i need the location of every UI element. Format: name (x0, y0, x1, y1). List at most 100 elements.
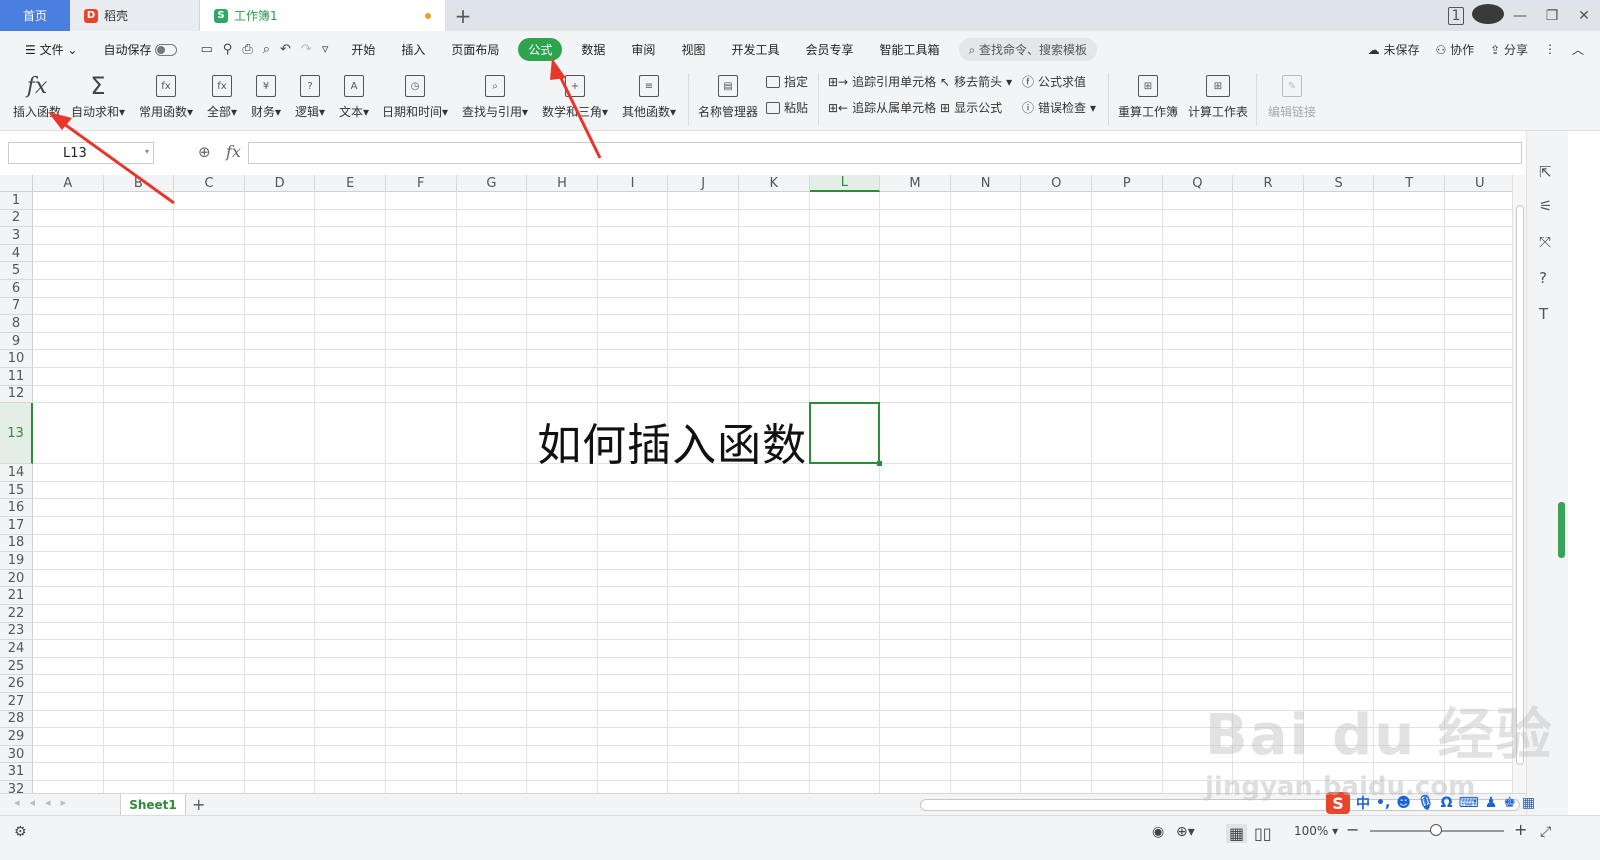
fullscreen-icon[interactable]: ⤢ (1540, 824, 1551, 840)
column-header-b[interactable]: B (103, 175, 175, 192)
calc-sheet-button[interactable]: ⊞ 计算工作表 (1186, 67, 1250, 131)
column-header-u[interactable]: U (1445, 175, 1512, 192)
save-icon[interactable]: ▭ (200, 42, 212, 57)
row-header-28[interactable]: 28 (0, 710, 33, 729)
avatar[interactable] (1472, 3, 1504, 28)
menu-member[interactable]: 会员专享 (792, 41, 866, 58)
column-header-n[interactable]: N (950, 175, 1022, 192)
menu-data[interactable]: 数据 (568, 41, 618, 58)
row-header-9[interactable]: 9 (0, 332, 33, 351)
zoom-knob[interactable] (1430, 824, 1442, 836)
print-preview-icon[interactable]: ⌕ (263, 42, 270, 57)
add-sheet-icon[interactable]: + (192, 795, 205, 814)
row-header-31[interactable]: 31 (0, 763, 33, 781)
more-icon[interactable]: ⋮ (1544, 42, 1556, 56)
layout-mode-icon[interactable]: ⊕▾ (1176, 824, 1195, 840)
column-header-o[interactable]: O (1021, 175, 1092, 192)
column-header-j[interactable]: J (668, 175, 739, 192)
cell-h13-text[interactable]: 如何插入函数 (537, 409, 807, 473)
row-header-17[interactable]: 17 (0, 517, 33, 535)
row-header-23[interactable]: 23 (0, 622, 33, 641)
help-icon[interactable]: ? (1539, 269, 1547, 287)
side-handle[interactable] (1558, 502, 1565, 558)
collapse-ribbon-icon[interactable]: ︿ (1572, 41, 1584, 58)
collab-button[interactable]: ⚇ 协作 (1436, 41, 1475, 58)
more-dropdown-icon[interactable]: ▿ (322, 42, 329, 57)
zoom-level[interactable]: 100% ▾ (1294, 824, 1338, 838)
row-header-21[interactable]: 21 (0, 587, 33, 605)
menu-formulas[interactable]: 公式 (518, 37, 563, 61)
row-header-12[interactable]: 12 (0, 385, 33, 404)
math-functions-button[interactable]: + 数学和三角▾ (539, 67, 611, 131)
menu-review[interactable]: 审阅 (618, 41, 668, 58)
column-header-e[interactable]: E (315, 175, 386, 192)
sheet-nav-arrows[interactable]: ◂◂◂▸ (14, 796, 76, 809)
row-header-24[interactable]: 24 (0, 640, 33, 658)
column-header-k[interactable]: K (739, 175, 810, 192)
new-tab-button[interactable]: + (445, 0, 481, 31)
row-header-27[interactable]: 27 (0, 693, 33, 711)
row-header-30[interactable]: 30 (0, 745, 33, 764)
menu-page-layout[interactable]: 页面布局 (438, 41, 512, 58)
row-header-4[interactable]: 4 (0, 244, 33, 263)
row-header-8[interactable]: 8 (0, 315, 33, 333)
column-header-s[interactable]: S (1303, 175, 1375, 192)
column-header-p[interactable]: P (1092, 175, 1163, 192)
row-header-29[interactable]: 29 (0, 728, 33, 746)
column-header-m[interactable]: M (880, 175, 951, 192)
macro-icon[interactable]: ⚙ (14, 824, 27, 840)
column-header-a[interactable]: A (33, 175, 104, 192)
row-header-19[interactable]: 19 (0, 552, 33, 570)
row-header-13[interactable]: 13 (0, 403, 33, 465)
page-indicator[interactable]: 1 (1440, 6, 1472, 25)
minimize-icon[interactable]: — (1504, 8, 1536, 24)
autosave-toggle[interactable]: 自动保存 (90, 41, 190, 58)
lookup-functions-button[interactable]: ⌕ 查找与引用▾ (460, 67, 530, 131)
scroll-thumb[interactable] (1516, 205, 1524, 765)
skin-icon[interactable]: ♚ (1503, 795, 1516, 811)
column-header-h[interactable]: H (527, 175, 598, 192)
column-header-l[interactable]: L (809, 175, 881, 192)
row-header-26[interactable]: 26 (0, 675, 33, 693)
recalc-workbook-button[interactable]: ⊞ 重算工作簿 (1116, 67, 1180, 131)
undo-icon[interactable]: ↶ (280, 42, 291, 57)
autosum-button[interactable]: Σ 自动求和▾ (68, 67, 128, 131)
row-header-14[interactable]: 14 (0, 464, 33, 482)
name-manager-button[interactable]: ▤ 名称管理器 (696, 67, 760, 131)
tab-docer[interactable]: D 稻壳 (70, 0, 200, 31)
paste-names-button[interactable]: 粘贴 (766, 99, 808, 116)
evaluate-formula-button[interactable]: ⓕ 公式求值 (1022, 73, 1086, 90)
print-icon[interactable]: ⎙ (242, 42, 252, 57)
finance-functions-button[interactable]: ¥ 财务▾ (248, 67, 284, 131)
assign-button[interactable]: 指定 (766, 73, 808, 90)
row-header-20[interactable]: 20 (0, 569, 33, 588)
name-box[interactable]: L13 ▾ (8, 142, 154, 164)
text-tool-icon[interactable]: T (1539, 305, 1548, 323)
all-functions-button[interactable]: fx 全部▾ (204, 67, 240, 131)
tab-workbook[interactable]: S 工作簿1 (200, 0, 445, 31)
menu-smart-toolbox[interactable]: 智能工具箱 (866, 41, 952, 58)
row-header-18[interactable]: 18 (0, 534, 33, 553)
error-check-button[interactable]: ⓘ 错误检查 ▾ (1022, 99, 1096, 116)
format-icon[interactable]: ⤧ (1539, 233, 1551, 251)
menu-start[interactable]: 开始 (338, 41, 388, 58)
normal-view-icon[interactable]: ▦ (1226, 824, 1248, 843)
column-header-i[interactable]: I (597, 175, 669, 192)
zoom-out-icon[interactable]: − (1346, 820, 1359, 839)
page-view-icon[interactable]: ▯▯ (1254, 824, 1272, 843)
dropdown-icon[interactable]: ▾ (145, 147, 149, 156)
column-header-g[interactable]: G (456, 175, 528, 192)
user-icon[interactable]: ♟ (1485, 795, 1498, 811)
row-header-25[interactable]: 25 (0, 657, 33, 676)
formula-input[interactable] (248, 142, 1522, 164)
datetime-functions-button[interactable]: ◷ 日期和时间▾ (380, 67, 450, 131)
grid-icon[interactable]: ▦ (1522, 795, 1535, 811)
column-header-d[interactable]: D (244, 175, 316, 192)
tab-home[interactable]: 首页 (0, 0, 70, 31)
row-header-1[interactable]: 1 (0, 192, 33, 210)
fx-button[interactable]: fx (226, 142, 241, 161)
trace-dependents-button[interactable]: ⊞← 追踪从属单元格 (828, 99, 936, 116)
column-header-f[interactable]: F (386, 175, 457, 192)
insert-function-button[interactable]: fx 插入函数 (10, 67, 64, 131)
zoom-in-icon[interactable]: + (1514, 820, 1527, 839)
